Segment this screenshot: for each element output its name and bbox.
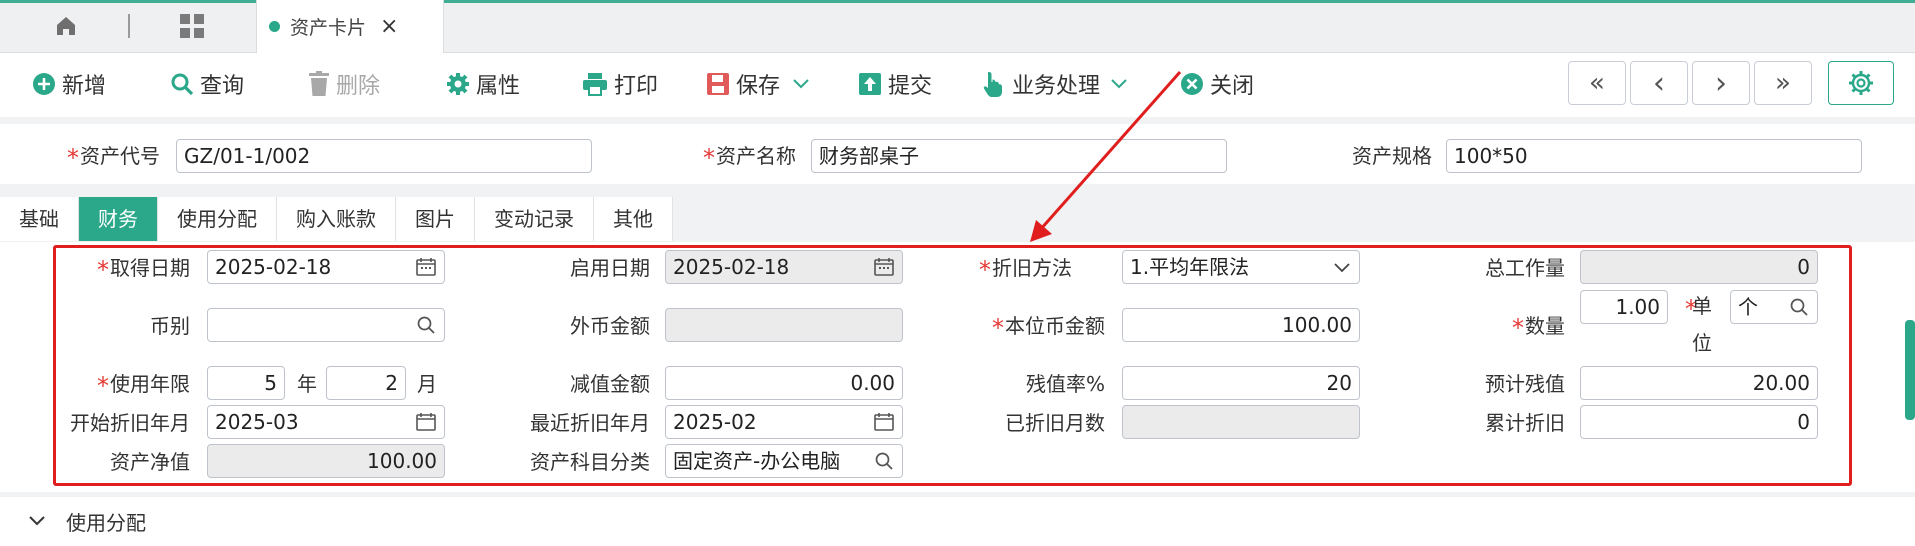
close-button[interactable]: 关闭 bbox=[1180, 66, 1254, 102]
trash-icon bbox=[309, 71, 329, 96]
close-tab-icon[interactable]: × bbox=[380, 14, 398, 39]
last-icon: » bbox=[1775, 68, 1791, 98]
tab-basic[interactable]: 基础 bbox=[0, 197, 79, 241]
chevron-down-icon bbox=[1111, 79, 1127, 89]
tab-purchase[interactable]: 购入账款 bbox=[277, 197, 396, 241]
search-icon bbox=[171, 73, 194, 96]
business-label: 业务处理 bbox=[1012, 74, 1101, 99]
asset-spec-label: 资产规格 bbox=[1352, 144, 1432, 168]
query-label: 查询 bbox=[200, 74, 245, 99]
scrollbar[interactable] bbox=[1905, 320, 1915, 420]
delete-label: 删除 bbox=[336, 74, 381, 99]
add-label: 新增 bbox=[62, 74, 107, 99]
chevron-down-icon bbox=[793, 79, 809, 89]
tab-changes[interactable]: 变动记录 bbox=[475, 197, 594, 241]
sub-tabs: 基础 财务 使用分配 购入账款 图片 变动记录 其他 bbox=[0, 197, 673, 241]
settings-button[interactable] bbox=[1828, 61, 1894, 105]
print-button[interactable]: 打印 bbox=[582, 66, 658, 102]
print-label: 打印 bbox=[614, 74, 659, 99]
attr-label: 属性 bbox=[476, 74, 521, 99]
submit-label: 提交 bbox=[888, 74, 933, 99]
close-circle-icon bbox=[1181, 73, 1203, 95]
save-button[interactable]: 保存 bbox=[706, 66, 816, 102]
first-icon: « bbox=[1589, 68, 1605, 98]
submit-button[interactable]: 提交 bbox=[858, 66, 932, 102]
tab-allocation[interactable]: 使用分配 bbox=[158, 197, 277, 241]
tab-images[interactable]: 图片 bbox=[396, 197, 475, 241]
allocation-section-header[interactable]: 使用分配 bbox=[0, 497, 1915, 546]
floppy-icon bbox=[707, 73, 729, 95]
chevron-down-icon bbox=[29, 516, 45, 526]
gear-icon bbox=[447, 73, 469, 95]
next-page-button[interactable]: › bbox=[1692, 61, 1750, 105]
tab-asset-card[interactable]: 资产卡片 × bbox=[256, 0, 444, 53]
toolbar bbox=[0, 53, 1915, 117]
section-title: 使用分配 bbox=[66, 511, 146, 535]
asset-name-field[interactable]: 财务部桌子 bbox=[811, 139, 1227, 173]
upload-icon bbox=[859, 73, 881, 95]
attr-button[interactable]: 属性 bbox=[446, 66, 520, 102]
last-page-button[interactable]: » bbox=[1754, 61, 1812, 105]
tab-finance[interactable]: 财务 bbox=[79, 197, 158, 241]
settings-icon bbox=[1849, 71, 1873, 95]
add-button[interactable]: 新增 bbox=[32, 66, 106, 102]
prev-icon: ‹ bbox=[1653, 65, 1665, 101]
next-icon: › bbox=[1715, 65, 1727, 101]
grid-icon[interactable] bbox=[178, 12, 206, 40]
home-icon[interactable] bbox=[52, 12, 80, 40]
first-page-button[interactable]: « bbox=[1568, 61, 1626, 105]
close-label: 关闭 bbox=[1210, 74, 1255, 99]
status-dot-icon bbox=[269, 21, 280, 32]
separator bbox=[128, 14, 130, 38]
prev-page-button[interactable]: ‹ bbox=[1630, 61, 1688, 105]
tab-other[interactable]: 其他 bbox=[594, 197, 673, 241]
query-button[interactable]: 查询 bbox=[170, 66, 244, 102]
delete-button[interactable]: 删除 bbox=[308, 66, 380, 102]
asset-code-label: *资产代号 bbox=[67, 144, 160, 172]
plus-circle-icon bbox=[33, 73, 55, 95]
highlight-box bbox=[53, 245, 1852, 486]
hand-pointer-icon bbox=[983, 72, 1002, 97]
business-button[interactable]: 业务处理 bbox=[982, 66, 1134, 102]
asset-spec-field[interactable]: 100*50 bbox=[1446, 139, 1862, 173]
asset-code-field[interactable]: GZ/01-1/002 bbox=[176, 139, 592, 173]
tab-label: 资产卡片 bbox=[290, 17, 367, 39]
save-label: 保存 bbox=[736, 74, 781, 99]
printer-icon bbox=[583, 73, 607, 96]
asset-name-label: *资产名称 bbox=[703, 144, 796, 172]
